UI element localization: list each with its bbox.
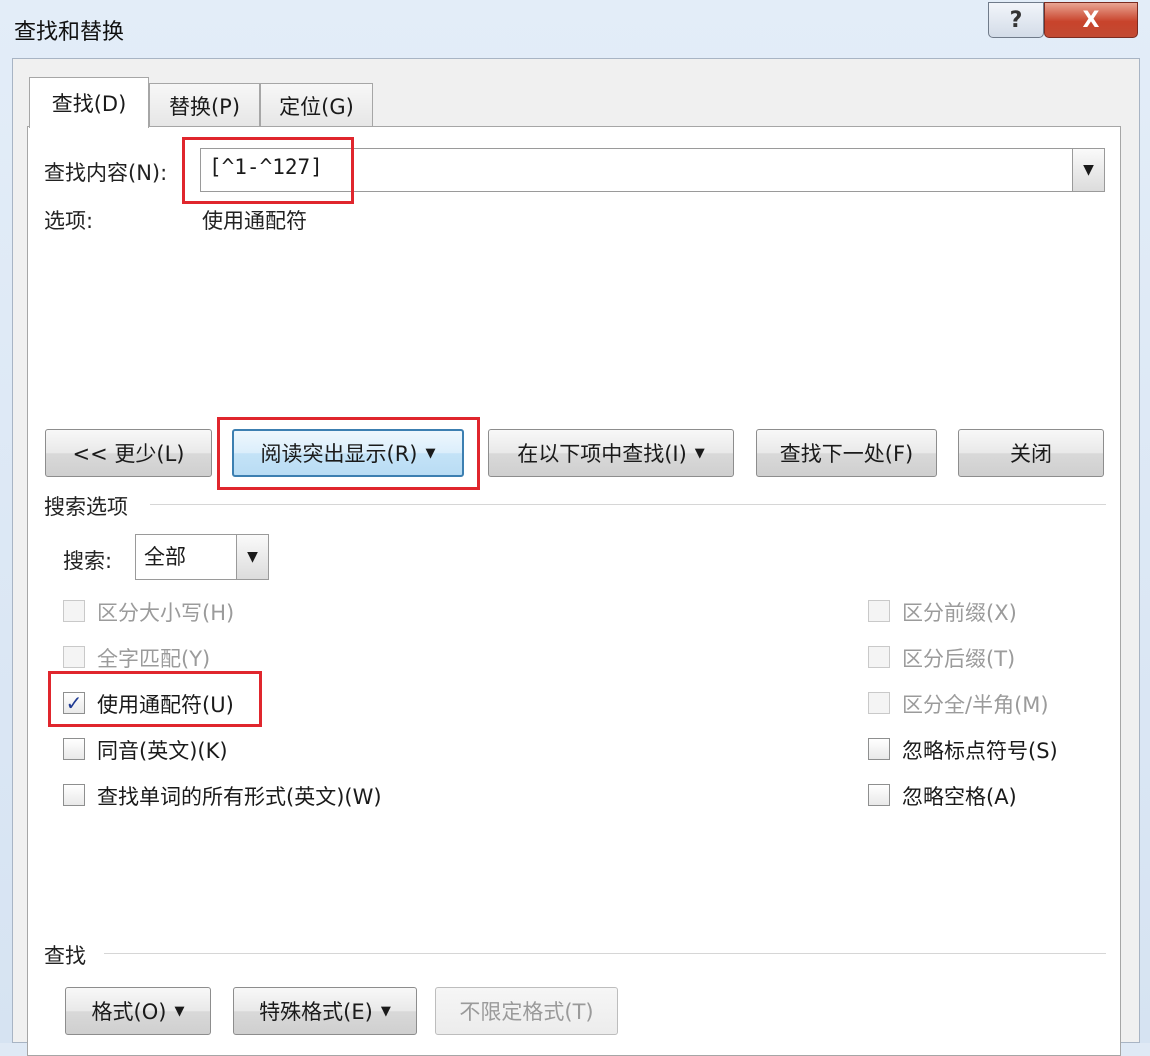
whole-word-label: 全字匹配(Y) [97,647,211,671]
help-button[interactable]: ? [988,2,1044,38]
tab-replace[interactable]: 替换(P) [149,83,260,127]
options-value: 使用通配符 [202,209,307,233]
format-label: 格式(O) [91,1000,167,1024]
find-replace-dialog: 查找和替换 ? X 查找(D) 替换(P) 定位(G) 查找内容(N): [^1… [0,0,1150,1056]
search-options-heading: 搜索选项 [44,495,128,519]
sounds-like-label: 同音(英文)(K) [97,739,228,763]
search-direction-value: 全部 [144,545,186,569]
options-label: 选项: [44,209,94,233]
match-width-checkbox[interactable] [868,692,890,714]
format-button[interactable]: 格式(O) ▼ [65,987,211,1035]
no-formatting-button[interactable]: 不限定格式(T) [435,987,618,1035]
ignore-whitespace-label: 忽略空格(A) [902,785,1017,809]
chevron-down-icon[interactable]: ▼ [236,535,268,579]
find-what-dropdown-icon[interactable]: ▼ [1072,149,1104,191]
sounds-like-checkbox[interactable] [63,738,85,760]
divider [104,953,1106,954]
search-direction-select[interactable]: 全部 ▼ [135,534,269,580]
highlight-box-reading [217,417,480,490]
find-what-label: 查找内容(N): [44,161,168,185]
match-suffix-checkbox[interactable] [868,646,890,668]
find-in-label: 在以下项中查找(I) [517,442,687,466]
less-button[interactable]: << 更少(L) [45,429,212,477]
highlight-box-wildcards [48,671,262,727]
tab-find[interactable]: 查找(D) [29,77,149,128]
close-button[interactable]: 关闭 [958,429,1104,477]
match-prefix-checkbox[interactable] [868,600,890,622]
tab-goto[interactable]: 定位(G) [260,83,373,127]
dialog-client-area: 查找(D) 替换(P) 定位(G) 查找内容(N): [^1-^127] ▼ 选… [12,58,1140,1056]
divider [150,504,1106,505]
search-direction-label: 搜索: [63,549,113,573]
special-button[interactable]: 特殊格式(E) ▼ [233,987,417,1035]
match-case-checkbox[interactable] [63,600,85,622]
chevron-down-icon: ▼ [174,1003,185,1019]
title-bar: 查找和替换 ? X [0,0,1150,52]
match-width-label: 区分全/半角(M) [902,693,1049,717]
close-window-button[interactable]: X [1044,2,1138,38]
find-in-button[interactable]: 在以下项中查找(I) ▼ [488,429,734,477]
all-word-forms-checkbox[interactable] [63,784,85,806]
chevron-down-icon: ▼ [380,1003,391,1019]
match-case-label: 区分大小写(H) [97,601,235,625]
find-tab-panel: 查找内容(N): [^1-^127] ▼ 选项: 使用通配符 << 更少(L) … [27,126,1121,1056]
match-suffix-label: 区分后缀(T) [902,647,1016,671]
ignore-punctuation-label: 忽略标点符号(S) [902,739,1058,763]
highlight-box-find-value [182,137,354,204]
chevron-down-icon: ▼ [694,445,705,461]
whole-word-checkbox[interactable] [63,646,85,668]
match-prefix-label: 区分前缀(X) [902,601,1017,625]
find-next-button[interactable]: 查找下一处(F) [756,429,937,477]
find-section-heading: 查找 [44,944,86,968]
ignore-punctuation-checkbox[interactable] [868,738,890,760]
ignore-whitespace-checkbox[interactable] [868,784,890,806]
special-label: 特殊格式(E) [259,1000,373,1024]
all-word-forms-label: 查找单词的所有形式(英文)(W) [97,785,382,809]
window-title: 查找和替换 [14,20,125,45]
